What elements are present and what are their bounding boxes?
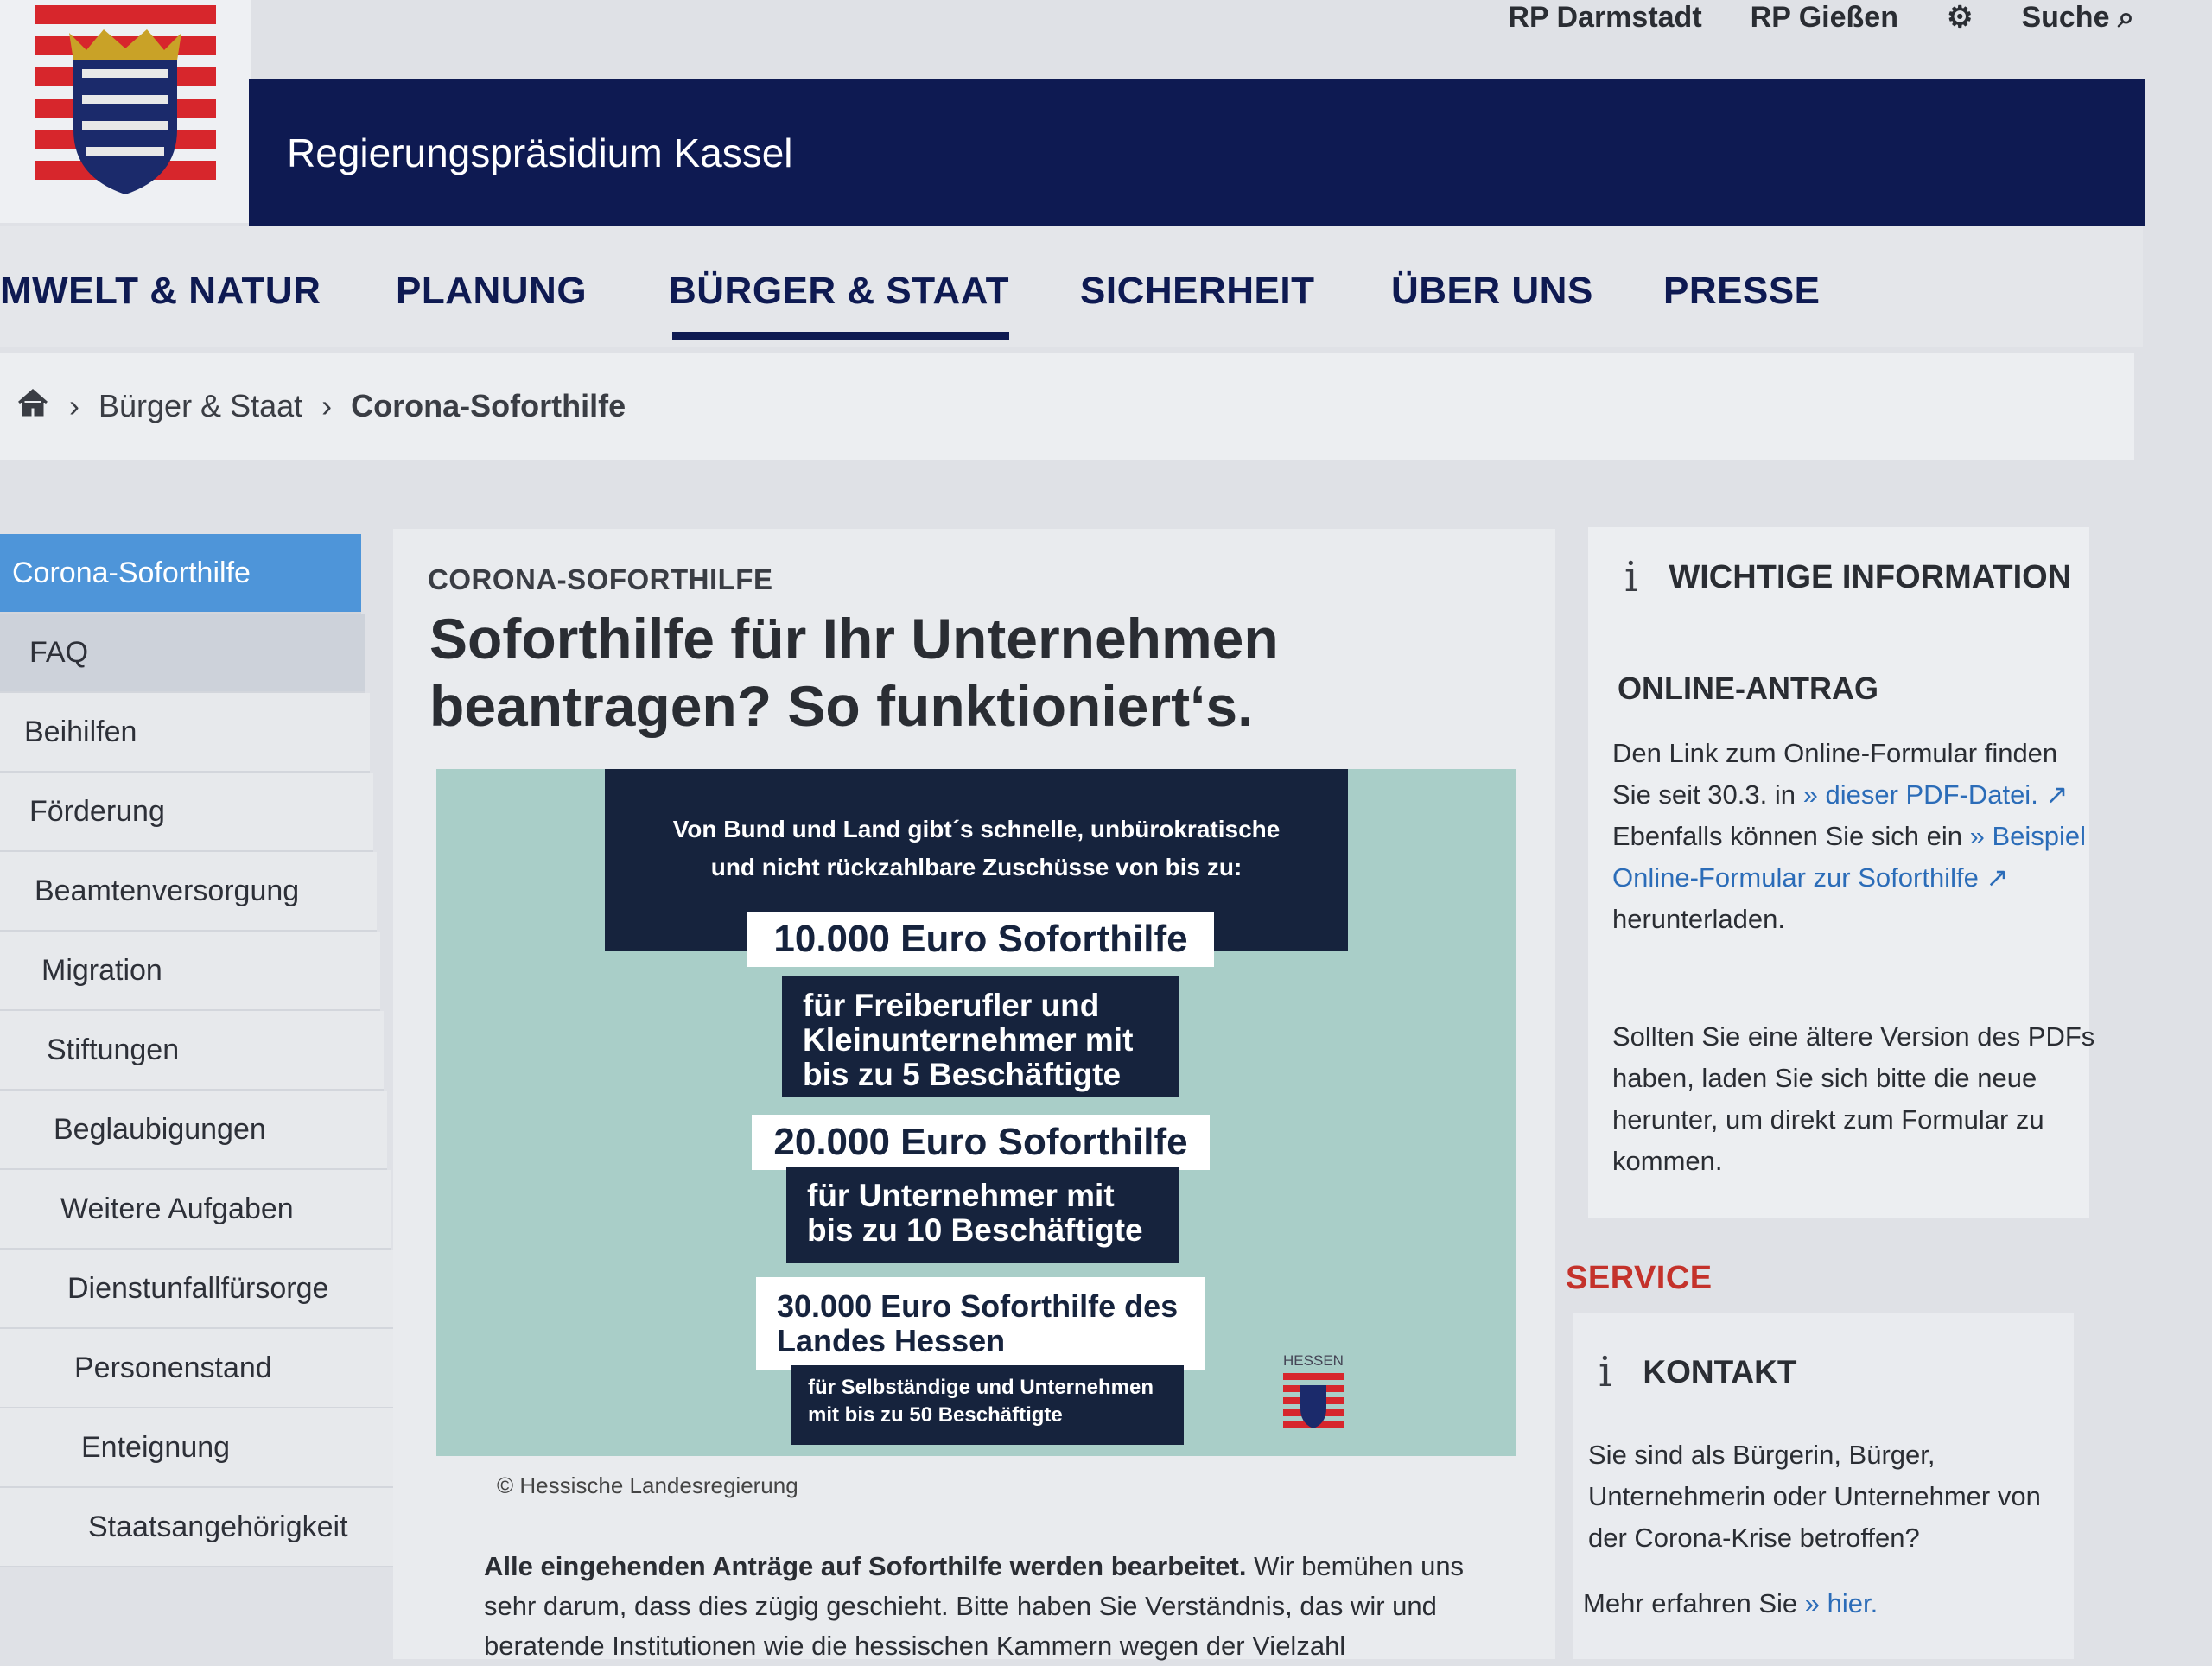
chevron-right-icon: › bbox=[69, 388, 79, 423]
tier1-description: für Freiberufler und Kleinunternehmer mi… bbox=[782, 976, 1179, 1097]
top-link-giessen[interactable]: RP Gießen bbox=[1751, 1, 1898, 35]
kontakt-text: Sie sind als Bürgerin, Bürger, Unternehm… bbox=[1588, 1440, 2041, 1553]
article-headline: Soforthilfe für Ihr Unternehmen beantrag… bbox=[429, 607, 1279, 738]
service-heading: SERVICE bbox=[1566, 1260, 1713, 1296]
pdf-link[interactable]: » dieser PDF-Datei. ↗ bbox=[1803, 779, 2069, 810]
info-icon: i bbox=[1599, 1348, 1612, 1396]
settings-icon[interactable]: ⚙ bbox=[1947, 0, 1973, 35]
hessen-logo[interactable] bbox=[0, 0, 251, 223]
info-icon: i bbox=[1624, 553, 1638, 601]
sidebar-item-personenstand[interactable]: Personenstand bbox=[0, 1329, 397, 1408]
sidebar-item-migration[interactable]: Migration bbox=[0, 932, 380, 1011]
sidebar-item-label: Stiftungen bbox=[47, 1033, 180, 1066]
hessen-crest-icon bbox=[1283, 1373, 1344, 1428]
breadcrumb-parent[interactable]: Bürger & Staat bbox=[99, 388, 302, 424]
sidebar-item-label: Beglaubigungen bbox=[54, 1112, 266, 1146]
nav-ueber-uns[interactable]: ÜBER UNS bbox=[1391, 270, 1593, 313]
external-link-icon: ↗ bbox=[2045, 779, 2069, 810]
top-link-darmstadt[interactable]: RP Darmstadt bbox=[1508, 1, 1701, 35]
search-icon: ⌕ bbox=[2117, 0, 2134, 34]
sidebar-item-label: Beamtenversorgung bbox=[35, 874, 300, 907]
chevron-right-icon: › bbox=[321, 388, 333, 423]
soforthilfe-infographic: Von Bund und Land gibt´s schnelle, unbür… bbox=[436, 769, 1516, 1456]
nav-buerger-staat[interactable]: BÜRGER & STAAT bbox=[669, 270, 1010, 340]
kontakt-here-label: hier. bbox=[1827, 1588, 1878, 1618]
sidebar-item-corona-soforthilfe[interactable]: Corona-Soforthilfe bbox=[0, 534, 361, 614]
sidebar-item-beamtenversorgung[interactable]: Beamtenversorgung bbox=[0, 852, 377, 932]
sidebar-item-dienstunfallfuersorge[interactable]: Dienstunfallfürsorge bbox=[0, 1250, 394, 1329]
breadcrumb-current: Corona-Soforthilfe bbox=[351, 388, 626, 423]
pdf-link-label: dieser PDF-Datei. bbox=[1825, 779, 2038, 810]
nav-sicherheit[interactable]: SICHERHEIT bbox=[1080, 270, 1314, 313]
important-info-heading: i WICHTIGE INFORMATION bbox=[1624, 553, 2071, 601]
sidebar-item-stiftungen[interactable]: Stiftungen bbox=[0, 1011, 384, 1091]
sidebar-item-label: Weitere Aufgaben bbox=[60, 1192, 294, 1225]
tier1-amount: 10.000 Euro Soforthilfe bbox=[747, 912, 1214, 967]
nav-presse[interactable]: PRESSE bbox=[1663, 270, 1821, 313]
search-button[interactable]: Suche ⌕ bbox=[2021, 1, 2134, 35]
hessen-small-logo: HESSEN bbox=[1283, 1352, 1344, 1439]
tier3-amount: 30.000 Euro Soforthilfe des Landes Hesse… bbox=[756, 1277, 1205, 1370]
hessen-coat-of-arms-icon bbox=[35, 5, 216, 194]
image-caption: © Hessische Landesregierung bbox=[497, 1472, 798, 1498]
article-paragraph: Alle eingehenden Anträge auf Soforthilfe… bbox=[484, 1547, 1478, 1666]
sidebar-item-foerderung[interactable]: Förderung bbox=[0, 773, 373, 852]
sidebar-item-label: Dienstunfallfürsorge bbox=[67, 1271, 329, 1305]
main-nav: MWELT & NATUR PLANUNG BÜRGER & STAAT SIC… bbox=[0, 226, 2143, 347]
top-utility-nav: RP Darmstadt RP Gießen ⚙ Suche ⌕ bbox=[1417, 0, 2134, 35]
sidebar-item-label: Beihilfen bbox=[24, 715, 137, 748]
sidebar-item-weitere-aufgaben[interactable]: Weitere Aufgaben bbox=[0, 1170, 391, 1250]
sidebar-item-beglaubigungen[interactable]: Beglaubigungen bbox=[0, 1091, 387, 1170]
tier2-amount: 20.000 Euro Soforthilfe bbox=[752, 1115, 1210, 1170]
online-antrag-text: Den Link zum Online-Formular finden Sie … bbox=[1612, 733, 2096, 940]
sidebar-item-faq[interactable]: FAQ bbox=[0, 614, 365, 693]
kontakt-title: KONTAKT bbox=[1643, 1354, 1797, 1389]
search-label: Suche bbox=[2021, 0, 2110, 34]
kontakt-more: Mehr erfahren Sie » hier. bbox=[1583, 1583, 2067, 1625]
sidebar-nav: Corona-Soforthilfe FAQ Beihilfen Förderu… bbox=[0, 534, 406, 1567]
online-text: herunterladen. bbox=[1612, 904, 1785, 934]
kontakt-here-link[interactable]: » hier. bbox=[1805, 1588, 1878, 1618]
sidebar-item-beihilfen[interactable]: Beihilfen bbox=[0, 693, 370, 773]
online-antrag-heading: ONLINE-ANTRAG bbox=[1618, 671, 1878, 706]
nav-planung[interactable]: PLANUNG bbox=[396, 270, 587, 313]
infographic-intro-line: und nicht rückzahlbare Zuschüsse von bis… bbox=[710, 854, 1243, 881]
online-text: Ebenfalls können Sie sich ein bbox=[1612, 821, 1962, 851]
sidebar-item-staatsangehoerigkeit[interactable]: Staatsangehörigkeit bbox=[0, 1488, 404, 1567]
nav-umwelt-natur[interactable]: MWELT & NATUR bbox=[0, 270, 321, 313]
sidebar-item-label: Förderung bbox=[29, 794, 165, 828]
infographic-intro-line: Von Bund und Land gibt´s schnelle, unbür… bbox=[672, 816, 1281, 843]
paragraph-bold: Alle eingehenden Anträge auf Soforthilfe… bbox=[484, 1551, 1247, 1581]
sidebar-item-label: FAQ bbox=[29, 635, 89, 669]
agency-title[interactable]: Regierungspräsidium Kassel bbox=[287, 130, 793, 176]
sidebar-item-label: Migration bbox=[41, 953, 162, 987]
sidebar-item-label: Corona-Soforthilfe bbox=[12, 556, 251, 589]
home-icon[interactable] bbox=[16, 387, 50, 426]
sidebar-item-label: Enteignung bbox=[81, 1430, 231, 1464]
external-link-icon: ↗ bbox=[1986, 862, 2009, 893]
agency-banner: Regierungspräsidium Kassel bbox=[249, 79, 2145, 226]
tier3-description: für Selbständige und Unternehmen mit bis… bbox=[791, 1365, 1184, 1445]
kontakt-more-text: Mehr erfahren Sie bbox=[1583, 1588, 1798, 1618]
info-title: WICHTIGE INFORMATION bbox=[1669, 558, 2072, 595]
older-version-text: Sollten Sie eine ältere Version des PDFs… bbox=[1612, 1021, 2095, 1176]
sidebar-item-label: Personenstand bbox=[74, 1351, 272, 1384]
sidebar-item-enteignung[interactable]: Enteignung bbox=[0, 1408, 401, 1488]
sidebar-item-label: Staatsangehörigkeit bbox=[88, 1510, 348, 1543]
hessen-logo-text: HESSEN bbox=[1283, 1352, 1344, 1369]
breadcrumb: › Bürger & Staat › Corona-Soforthilfe bbox=[0, 353, 2134, 460]
article-kicker: CORONA-SOFORTHILFE bbox=[428, 563, 773, 595]
kontakt-heading: i KONTAKT bbox=[1599, 1348, 1796, 1396]
tier2-description: für Unternehmer mit bis zu 10 Beschäftig… bbox=[786, 1167, 1179, 1263]
